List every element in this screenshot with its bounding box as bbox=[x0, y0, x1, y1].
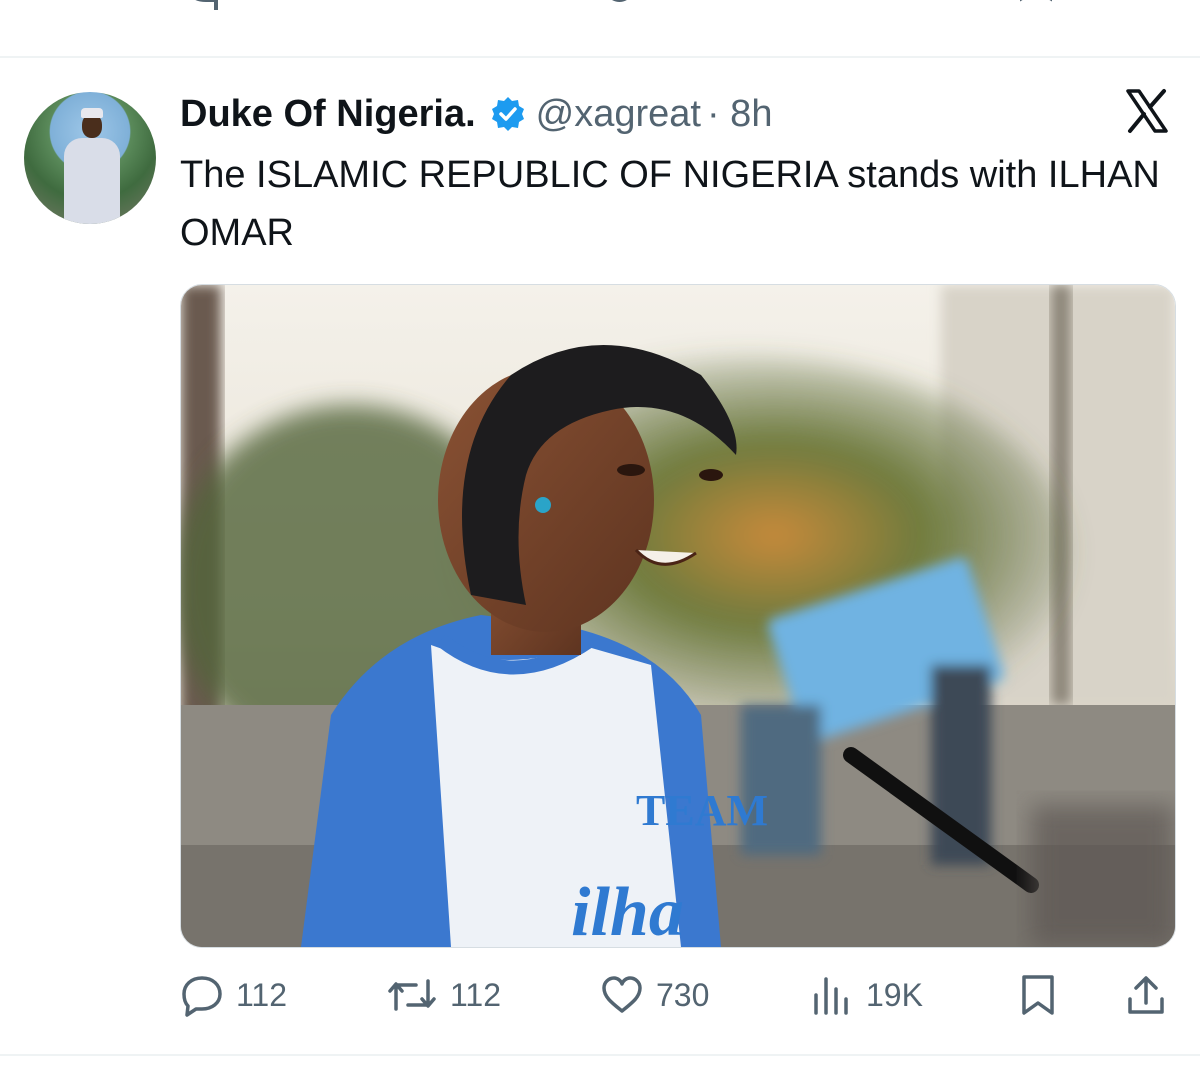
tweet-divider-top bbox=[0, 56, 1200, 58]
shirt-text-name: ilha bbox=[571, 874, 684, 947]
tweet-media-photo[interactable]: TEAM ilha bbox=[180, 284, 1176, 948]
tweet-timestamp[interactable]: · 8h bbox=[707, 93, 772, 136]
share-icon[interactable] bbox=[1124, 0, 1168, 21]
share-button[interactable] bbox=[1126, 970, 1166, 1020]
avatar[interactable] bbox=[24, 92, 156, 224]
tweet-header: Duke Of Nigeria. @xagreat · 8h bbox=[180, 86, 772, 142]
verified-badge-icon bbox=[491, 97, 524, 131]
retweet-icon bbox=[388, 979, 436, 1011]
reply-icon bbox=[182, 976, 222, 1017]
retweet-count: 112 bbox=[450, 976, 502, 1013]
like-button[interactable]: 730 bbox=[600, 970, 709, 1020]
bookmark-icon bbox=[1022, 975, 1054, 1015]
like-count: 730 bbox=[656, 976, 710, 1013]
share-icon bbox=[1128, 976, 1164, 1014]
views-count: 19K bbox=[866, 976, 923, 1013]
like-icon[interactable] bbox=[600, 0, 690, 21]
views-icon[interactable] bbox=[810, 0, 910, 21]
author-display-name[interactable]: Duke Of Nigeria. bbox=[180, 93, 476, 136]
shirt-text-team: TEAM bbox=[636, 786, 768, 835]
reply-button[interactable]: 112 bbox=[180, 970, 287, 1020]
photo-illustration: TEAM ilha bbox=[181, 285, 1175, 947]
bookmark-button[interactable] bbox=[1018, 970, 1058, 1020]
bookmark-icon[interactable] bbox=[1018, 0, 1058, 21]
views-button[interactable]: 19K bbox=[810, 970, 923, 1020]
retweet-icon[interactable] bbox=[394, 0, 458, 21]
avatar-figure-cap bbox=[81, 108, 103, 118]
tweet-text: The ISLAMIC REPUBLIC OF NIGERIA stands w… bbox=[180, 154, 1160, 254]
views-icon bbox=[814, 977, 848, 1015]
tweet-divider-bottom bbox=[0, 1054, 1200, 1056]
avatar-figure-robe bbox=[64, 138, 120, 224]
reply-icon[interactable] bbox=[182, 0, 230, 21]
retweet-button[interactable]: 112 bbox=[386, 970, 501, 1020]
reply-count: 112 bbox=[236, 976, 288, 1013]
author-handle[interactable]: @xagreat bbox=[536, 93, 701, 136]
x-logo-icon bbox=[1126, 89, 1168, 133]
heart-icon bbox=[602, 976, 642, 1013]
tweet-action-bar: 112 112 730 19K bbox=[180, 970, 1170, 1020]
previous-tweet-action-bar bbox=[0, 0, 1200, 56]
